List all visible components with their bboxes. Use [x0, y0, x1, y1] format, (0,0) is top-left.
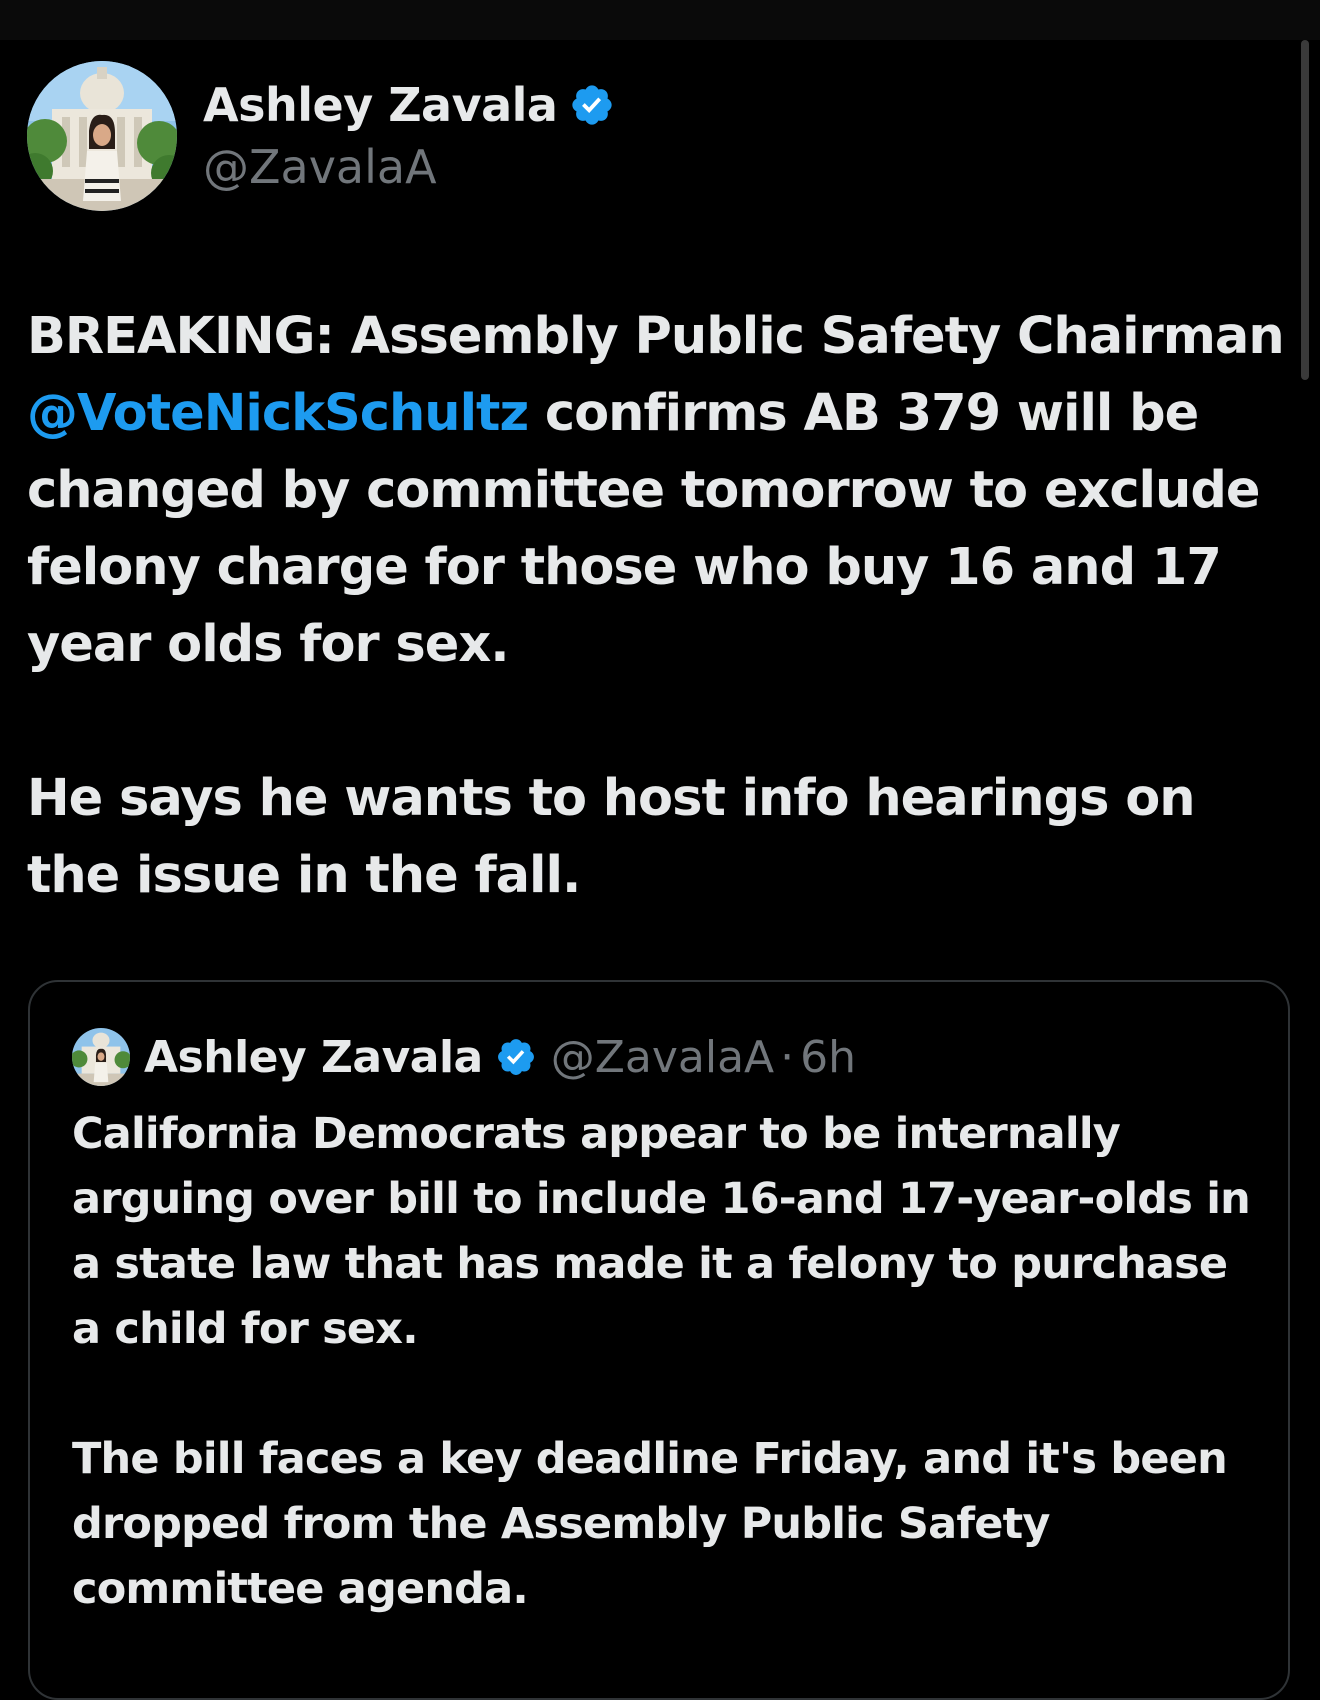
avatar[interactable]	[27, 61, 177, 211]
tweet-text: BREAKING: Assembly Public Safety Chairma…	[27, 298, 1297, 914]
verified-badge-icon	[569, 82, 615, 128]
quoted-author-name: Ashley Zavala	[144, 1031, 483, 1083]
quoted-tweet-header: Ashley Zavala @ZavalaA · 6h	[72, 1028, 856, 1086]
tweet-paragraph: BREAKING: Assembly Public Safety Chairma…	[27, 298, 1297, 683]
quoted-avatar	[72, 1028, 130, 1086]
author-handle[interactable]: @ZavalaA	[203, 140, 437, 194]
tweet-paragraph-2: He says he wants to host info hearings o…	[27, 769, 1196, 905]
verified-badge-icon	[495, 1036, 537, 1078]
quoted-separator: ·	[780, 1031, 795, 1083]
quoted-paragraph-1: California Democrats appear to be intern…	[72, 1109, 1251, 1354]
quoted-tweet-card[interactable]: Ashley Zavala @ZavalaA · 6h California D…	[28, 980, 1290, 1700]
avatar-image	[27, 61, 177, 211]
top-bar	[0, 0, 1320, 40]
author-display-name[interactable]: Ashley Zavala	[203, 78, 558, 132]
quoted-author-handle: @ZavalaA	[550, 1031, 775, 1083]
scrollbar[interactable]	[1301, 40, 1309, 380]
quoted-timestamp[interactable]: 6h	[800, 1032, 856, 1083]
quoted-tweet-text: California Democrats appear to be intern…	[72, 1102, 1262, 1622]
quoted-avatar-image	[72, 1028, 130, 1086]
mention-link[interactable]: @VoteNickSchultz	[27, 384, 529, 443]
quoted-paragraph-2: The bill faces a key deadline Friday, an…	[72, 1434, 1228, 1614]
tweet-text-prefix: BREAKING: Assembly Public Safety Chairma…	[27, 307, 1285, 366]
author-name-row[interactable]: Ashley Zavala	[203, 78, 615, 132]
